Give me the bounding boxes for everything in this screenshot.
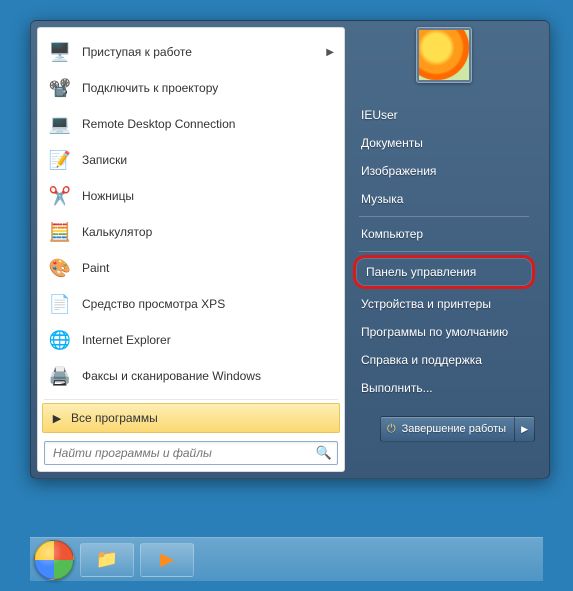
- internet-explorer-icon: 🌐: [46, 326, 74, 354]
- right-item-user[interactable]: IEUser: [351, 101, 537, 129]
- shutdown-label: Завершение работы: [402, 423, 514, 435]
- right-item-help-support[interactable]: Справка и поддержка: [351, 346, 537, 374]
- remote-desktop-icon: 💻: [46, 110, 74, 138]
- separator: [359, 251, 529, 252]
- program-item-sticky-notes[interactable]: 📝 Записки: [42, 142, 340, 178]
- search-box[interactable]: 🔍: [44, 441, 338, 465]
- program-item-paint[interactable]: 🎨 Paint: [42, 250, 340, 286]
- right-item-devices-printers[interactable]: Устройства и принтеры: [351, 290, 537, 318]
- separator: [359, 216, 529, 217]
- program-label: Paint: [82, 261, 334, 275]
- taskbar-pin-explorer[interactable]: 📁: [80, 543, 134, 577]
- program-label: Записки: [82, 153, 334, 167]
- program-label: Подключить к проектору: [82, 81, 334, 95]
- user-avatar-frame[interactable]: [416, 27, 472, 83]
- program-item-fax-scan[interactable]: 🖨️ Факсы и сканирование Windows: [42, 358, 340, 394]
- right-item-default-programs[interactable]: Программы по умолчанию: [351, 318, 537, 346]
- start-menu: 🖥️ Приступая к работе ▶ 📽️ Подключить к прое…: [30, 20, 550, 479]
- search-input[interactable]: [45, 446, 311, 460]
- getting-started-icon: 🖥️: [46, 38, 74, 66]
- calculator-icon: 🧮: [46, 218, 74, 246]
- right-item-documents[interactable]: Документы: [351, 129, 537, 157]
- user-avatar-icon: [419, 30, 469, 80]
- triangle-right-icon: ▶: [43, 412, 71, 425]
- right-item-computer[interactable]: Компьютер: [351, 220, 537, 248]
- media-player-icon: ▶: [160, 549, 174, 570]
- explorer-icon: 📁: [96, 549, 118, 570]
- separator: [44, 399, 338, 400]
- program-item-xps-viewer[interactable]: 📄 Средство просмотра XPS: [42, 286, 340, 322]
- all-programs-button[interactable]: ▶ Все программы: [42, 403, 340, 433]
- program-item-remote-desktop[interactable]: 💻 Remote Desktop Connection: [42, 106, 340, 142]
- paint-icon: 🎨: [46, 254, 74, 282]
- xps-viewer-icon: 📄: [46, 290, 74, 318]
- program-item-snipping-tool[interactable]: ✂️ Ножницы: [42, 178, 340, 214]
- taskbar: 📁▶: [30, 537, 543, 581]
- start-menu-right-panel: IEUser ДокументыИзображенияМузыка Компью…: [345, 27, 543, 472]
- program-label: Калькулятор: [82, 225, 334, 239]
- shutdown-icon: ⏻: [381, 423, 402, 436]
- shutdown-options-arrow[interactable]: ▶: [514, 417, 534, 441]
- program-label: Ножницы: [82, 189, 334, 203]
- sticky-notes-icon: 📝: [46, 146, 74, 174]
- right-item-run[interactable]: Выполнить...: [351, 374, 537, 402]
- taskbar-pin-media-player[interactable]: ▶: [140, 543, 194, 577]
- snipping-tool-icon: ✂️: [46, 182, 74, 210]
- program-label: Internet Explorer: [82, 333, 334, 347]
- program-label: Средство просмотра XPS: [82, 297, 334, 311]
- connect-projector-icon: 📽️: [46, 74, 74, 102]
- all-programs-label: Все программы: [71, 411, 158, 425]
- shutdown-button[interactable]: ⏻ Завершение работы ▶: [380, 416, 535, 442]
- start-menu-left-panel: 🖥️ Приступая к работе ▶ 📽️ Подключить к прое…: [37, 27, 345, 472]
- submenu-arrow-icon: ▶: [326, 47, 334, 58]
- program-label: Приступая к работе: [82, 45, 322, 59]
- right-item-pictures[interactable]: Изображения: [351, 157, 537, 185]
- search-row: 🔍: [40, 435, 342, 469]
- program-item-calculator[interactable]: 🧮 Калькулятор: [42, 214, 340, 250]
- right-item-control-panel[interactable]: Панель управления: [353, 255, 535, 289]
- program-label: Remote Desktop Connection: [82, 117, 334, 131]
- program-item-connect-projector[interactable]: 📽️ Подключить к проектору: [42, 70, 340, 106]
- fax-scan-icon: 🖨️: [46, 362, 74, 390]
- program-item-internet-explorer[interactable]: 🌐 Internet Explorer: [42, 322, 340, 358]
- search-icon[interactable]: 🔍: [311, 445, 337, 461]
- right-item-music[interactable]: Музыка: [351, 185, 537, 213]
- program-label: Факсы и сканирование Windows: [82, 369, 334, 383]
- start-button[interactable]: [34, 540, 74, 580]
- program-item-getting-started[interactable]: 🖥️ Приступая к работе ▶: [42, 34, 340, 70]
- program-list: 🖥️ Приступая к работе ▶ 📽️ Подключить к прое…: [40, 30, 342, 398]
